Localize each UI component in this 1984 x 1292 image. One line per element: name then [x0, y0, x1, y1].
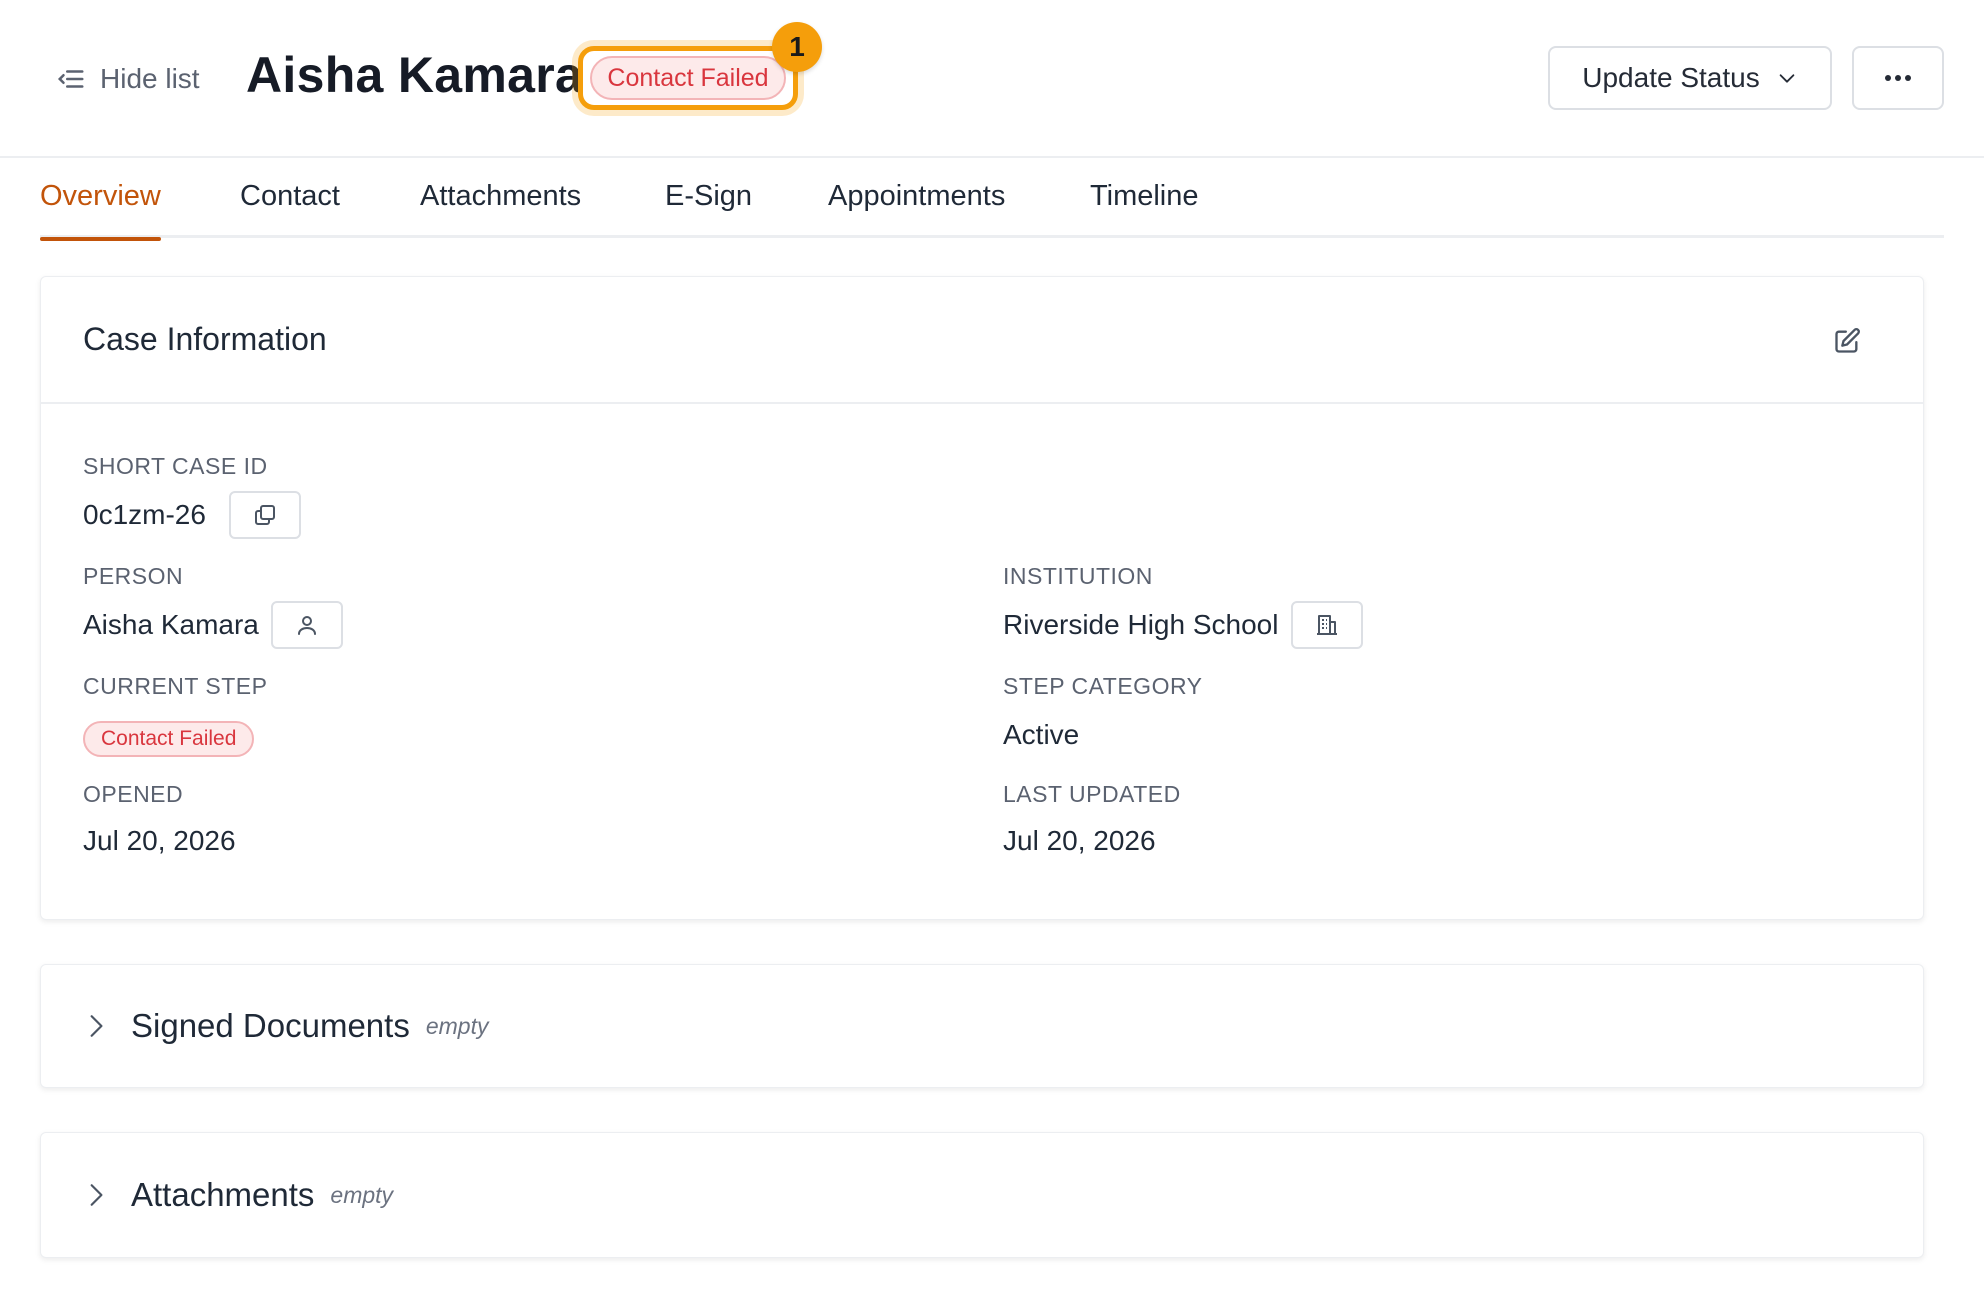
step-category-value: Active — [1003, 719, 1080, 750]
tab-timeline[interactable]: Timeline — [1090, 180, 1199, 238]
attachments-toggle[interactable]: Attachments empty — [83, 1133, 393, 1257]
copy-icon — [255, 505, 275, 525]
tab-e-sign[interactable]: E-Sign — [665, 180, 752, 238]
update-status-button[interactable]: Update Status — [1548, 46, 1832, 110]
signed-documents-toggle[interactable]: Signed Documents empty — [83, 965, 488, 1087]
chevron-right-icon — [90, 1015, 103, 1037]
page-header: Hide list Aisha Kamara Contact Failed 1 … — [0, 0, 1984, 158]
attachments-card: Attachments empty — [40, 1132, 1924, 1258]
case-information-header: Case Information — [41, 277, 1923, 404]
current-step-label: CURRENT STEP — [83, 673, 268, 699]
hide-list-label: Hide list — [100, 63, 200, 94]
status-badge-highlight[interactable]: Contact Failed — [578, 46, 798, 110]
edit-icon[interactable] — [1833, 327, 1861, 355]
opened-label: OPENED — [83, 781, 184, 807]
attachments-title: Attachments — [131, 1176, 315, 1213]
institution-label: INSTITUTION — [1003, 563, 1153, 589]
update-status-label: Update Status — [1582, 62, 1760, 93]
signed-documents-card: Signed Documents empty — [40, 964, 1924, 1088]
copy-case-id-button[interactable] — [229, 491, 301, 539]
tab-contact[interactable]: Contact — [240, 180, 340, 238]
attachments-empty-tag: empty — [330, 1181, 394, 1208]
view-institution-button[interactable] — [1291, 601, 1363, 649]
opened-value: Jul 20, 2026 — [83, 825, 236, 856]
person-label: PERSON — [83, 563, 184, 589]
current-step-badge: Contact Failed — [83, 721, 255, 757]
case-information-card: Case Information SHORT CASE ID 0c1zm-26 … — [40, 276, 1924, 920]
case-information-title: Case Information — [83, 321, 327, 357]
short-case-id-label: SHORT CASE ID — [83, 453, 268, 479]
hide-list-button[interactable]: Hide list — [56, 58, 200, 100]
annotation-badge: 1 — [772, 22, 822, 72]
tab-overview[interactable]: Overview — [40, 180, 161, 241]
tab-appointments[interactable]: Appointments — [828, 180, 1005, 238]
last-updated-label: LAST UPDATED — [1003, 781, 1181, 807]
last-updated-value: Jul 20, 2026 — [1003, 825, 1156, 856]
chevron-down-icon — [1779, 74, 1795, 83]
building-icon — [1317, 615, 1337, 635]
chevron-right-icon — [90, 1184, 103, 1206]
step-category-label: STEP CATEGORY — [1003, 673, 1203, 699]
view-person-button[interactable] — [271, 601, 343, 649]
signed-documents-title: Signed Documents — [131, 1007, 410, 1044]
institution-value: Riverside High School — [1003, 609, 1279, 640]
tab-attachments[interactable]: Attachments — [420, 180, 581, 238]
short-case-id-value: 0c1zm-26 — [83, 499, 206, 530]
tab-bar: Overview Contact Attachments E-Sign Appo… — [40, 158, 1944, 241]
ellipsis-icon — [1885, 75, 1911, 81]
page-title: Aisha Kamara — [246, 47, 584, 103]
user-icon — [298, 616, 316, 635]
signed-documents-empty-tag: empty — [425, 1012, 489, 1039]
more-options-button[interactable] — [1852, 46, 1944, 110]
list-collapse-icon — [57, 70, 84, 88]
status-badge[interactable]: Contact Failed — [590, 56, 786, 100]
person-value: Aisha Kamara — [83, 609, 259, 640]
